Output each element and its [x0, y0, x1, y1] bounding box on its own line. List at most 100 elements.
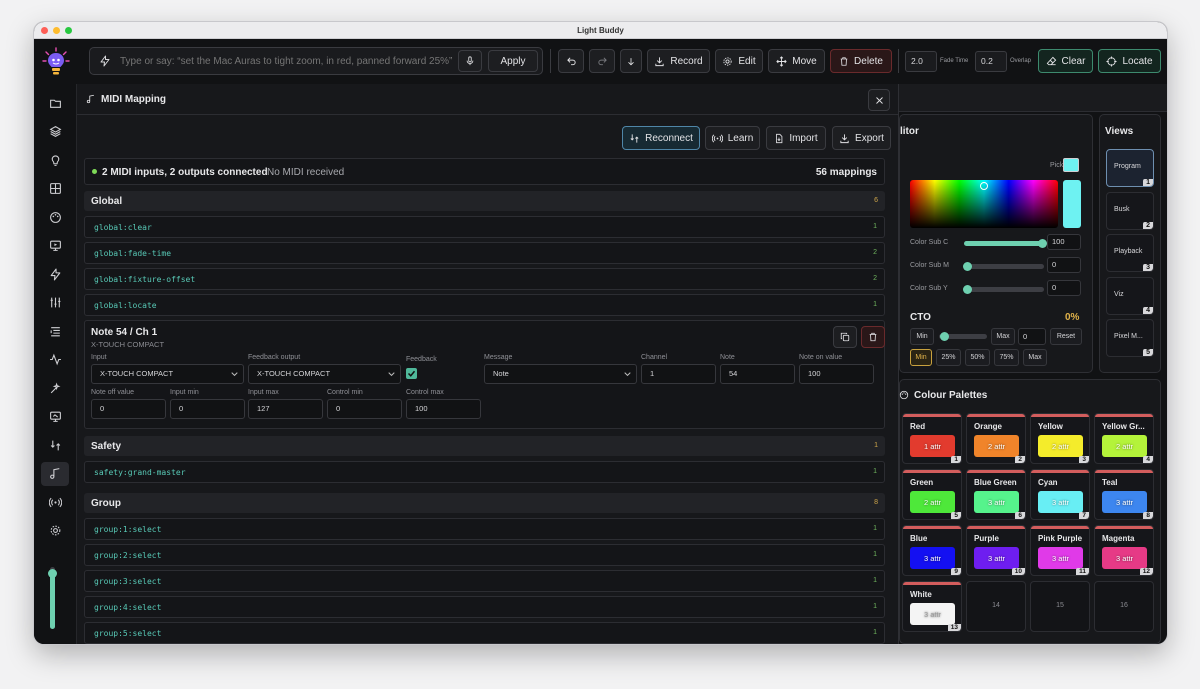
palette-red[interactable]: Red 1 attr 1 [902, 413, 962, 464]
palette-purple[interactable]: Purple 3 attr 10 [966, 525, 1026, 576]
palette-teal[interactable]: Teal 3 attr 8 [1094, 469, 1154, 520]
input-min-input[interactable]: 0 [170, 399, 245, 419]
color-sub-m-slider[interactable] [964, 264, 1044, 269]
sidebar-item-bolt[interactable] [41, 262, 69, 286]
input-select[interactable]: X-TOUCH COMPACT [91, 364, 244, 384]
control-min-input[interactable]: 0 [327, 399, 402, 419]
cto-reset-button[interactable]: Reset [1050, 328, 1082, 345]
view-program[interactable]: Program 1 [1106, 149, 1154, 187]
group-mapping-row[interactable]: group:2:select 1 [84, 544, 885, 566]
redo-button[interactable] [589, 49, 615, 73]
palette-white[interactable]: White 3 attr 13 [902, 581, 962, 632]
palette-magenta[interactable]: Magenta 3 attr 12 [1094, 525, 1154, 576]
palette-orange[interactable]: Orange 2 attr 2 [966, 413, 1026, 464]
group-mapping-row[interactable]: group:1:select 1 [84, 518, 885, 540]
view-pixel-m[interactable]: Pixel M... 5 [1106, 319, 1154, 357]
duplicate-mapping-button[interactable] [833, 326, 857, 348]
sidebar-item-palette[interactable] [41, 205, 69, 229]
color-sub-y-handle[interactable] [963, 285, 972, 294]
palette-yellow[interactable]: Yellow 2 attr 3 [1030, 413, 1090, 464]
sidebar-item-folder[interactable] [41, 91, 69, 115]
cto-preset-75[interactable]: 75% [994, 349, 1019, 366]
close-dialog-button[interactable] [868, 89, 890, 111]
sidebar-item-layers[interactable] [41, 120, 69, 144]
clear-button[interactable]: Clear [1038, 49, 1093, 73]
reconnect-button[interactable]: Reconnect [622, 126, 700, 150]
channel-input[interactable]: 1 [641, 364, 716, 384]
view-viz[interactable]: Viz 4 [1106, 276, 1154, 315]
palette-pink-purple[interactable]: Pink Purple 3 attr 11 [1030, 525, 1090, 576]
cto-max-button[interactable]: Max [991, 328, 1015, 345]
input-max-input[interactable]: 127 [248, 399, 323, 419]
delete-button[interactable]: Delete [830, 49, 892, 73]
sidebar-item-bulb[interactable] [41, 148, 69, 172]
global-mapping-row[interactable]: global:fixture-offset 2 [84, 268, 885, 290]
cto-slider-handle[interactable] [940, 332, 949, 341]
fade-time-input[interactable]: 2.0 [905, 51, 937, 72]
section-global[interactable]: Global 6 [84, 191, 885, 211]
sidebar-item-wand[interactable] [41, 376, 69, 400]
group-mapping-row[interactable]: group:3:select 1 [84, 570, 885, 592]
sidebar-item-list[interactable] [41, 319, 69, 343]
note-on-input[interactable]: 100 [799, 364, 874, 384]
palette-blue-green[interactable]: Blue Green 3 attr 6 [966, 469, 1026, 520]
overlap-input[interactable]: 0.2 [975, 51, 1007, 72]
palette-yellow-gr[interactable]: Yellow Gr... 2 attr 4 [1094, 413, 1154, 464]
cto-preset-min[interactable]: Min [910, 349, 932, 366]
feedback-checkbox[interactable] [406, 368, 417, 379]
cto-preset-max[interactable]: Max [1023, 349, 1047, 366]
palette-empty-slot[interactable]: 14 [966, 581, 1026, 632]
import-button[interactable]: Import [766, 126, 826, 150]
cto-min-button[interactable]: Min [910, 328, 934, 345]
color-sub-c-slider[interactable] [964, 241, 1044, 246]
cto-preset-50[interactable]: 50% [965, 349, 990, 366]
sidebar-item-sliders[interactable] [41, 291, 69, 315]
sidebar-item-screen[interactable] [41, 405, 69, 429]
delete-mapping-button[interactable] [861, 326, 885, 348]
sidebar-item-grid[interactable] [41, 177, 69, 201]
apply-button[interactable]: Apply [488, 50, 538, 72]
color-sub-c-handle[interactable] [1038, 239, 1047, 248]
palette-empty-slot[interactable]: 15 [1030, 581, 1090, 632]
color-sub-m-value[interactable]: 0 [1047, 257, 1081, 273]
sidebar-item-broadcast[interactable] [41, 490, 69, 514]
global-mapping-row[interactable]: global:locate 1 [84, 294, 885, 316]
section-safety[interactable]: Safety 1 [84, 436, 885, 456]
locate-button[interactable]: Locate [1098, 49, 1161, 73]
pick-color-swatch[interactable] [1063, 158, 1079, 172]
sidebar-item-gear[interactable] [41, 519, 69, 543]
sidebar-item-music-note[interactable] [41, 461, 69, 486]
palette-green[interactable]: Green 2 attr 5 [902, 469, 962, 520]
sidebar-item-activity[interactable] [41, 348, 69, 372]
view-busk[interactable]: Busk 2 [1106, 191, 1154, 230]
control-max-input[interactable]: 100 [406, 399, 481, 419]
cto-preset-25[interactable]: 25% [936, 349, 961, 366]
command-input[interactable] [120, 52, 458, 70]
note-off-input[interactable]: 0 [91, 399, 166, 419]
view-playback[interactable]: Playback 3 [1106, 234, 1154, 272]
message-select[interactable]: Note [484, 364, 637, 384]
microphone-button[interactable] [458, 50, 482, 72]
sidebar-item-mapping[interactable] [41, 433, 69, 457]
note-input[interactable]: 54 [720, 364, 795, 384]
export-button[interactable]: Export [832, 126, 891, 150]
color-sub-m-handle[interactable] [963, 262, 972, 271]
sidebar-item-monitor[interactable] [41, 234, 69, 258]
section-group[interactable]: Group 8 [84, 493, 885, 513]
safety-mapping-row[interactable]: safety:grand-master 1 [84, 461, 885, 483]
palette-cyan[interactable]: Cyan 3 attr 7 [1030, 469, 1090, 520]
group-mapping-row[interactable]: group:5:select 1 [84, 622, 885, 644]
cto-max-value[interactable]: 0 [1018, 328, 1046, 345]
global-mapping-row[interactable]: global:fade-time 2 [84, 242, 885, 264]
palette-blue[interactable]: Blue 3 attr 9 [902, 525, 962, 576]
color-picker-area[interactable] [910, 180, 1058, 228]
record-button[interactable]: Record [647, 49, 710, 73]
color-sub-c-value[interactable]: 100 [1047, 234, 1081, 250]
edit-button[interactable]: Edit [715, 49, 763, 73]
group-mapping-row[interactable]: group:4:select 1 [84, 596, 885, 618]
color-sub-y-value[interactable]: 0 [1047, 280, 1081, 296]
learn-button[interactable]: Learn [705, 126, 760, 150]
move-button[interactable]: Move [768, 49, 825, 73]
palette-empty-slot[interactable]: 16 [1094, 581, 1154, 632]
close-window-button[interactable] [41, 27, 48, 34]
